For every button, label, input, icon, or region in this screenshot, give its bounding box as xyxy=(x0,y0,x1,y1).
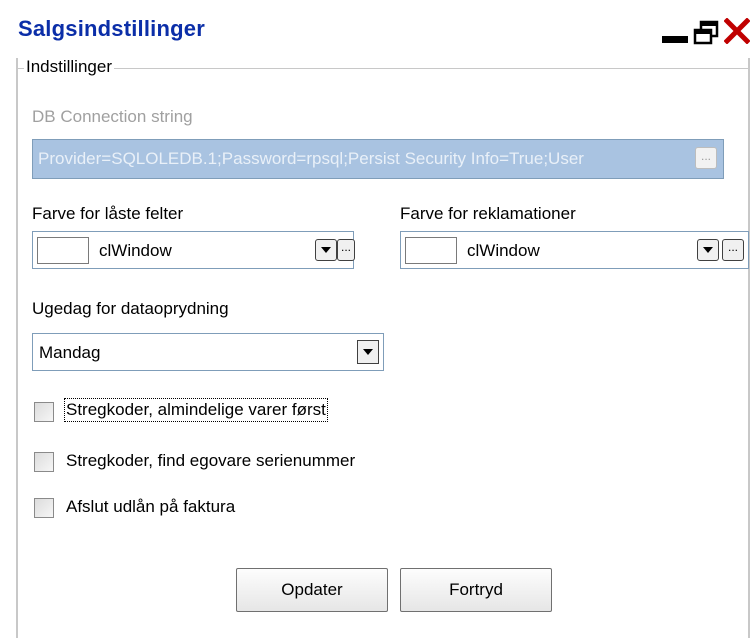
close-icon[interactable] xyxy=(724,18,750,44)
claims-color-combobox[interactable]: clWindow ... xyxy=(400,231,749,269)
update-button[interactable]: Opdater xyxy=(236,568,388,612)
barcode-first-label[interactable]: Stregkoder, almindelige varer først xyxy=(64,398,328,422)
claims-color-value: clWindow xyxy=(467,241,540,260)
group-frame-right xyxy=(748,58,750,638)
group-frame-top xyxy=(18,68,748,69)
locked-color-ellipsis-button[interactable]: ... xyxy=(337,239,355,261)
group-frame-left xyxy=(16,58,18,638)
window-controls xyxy=(662,18,750,46)
locked-color-combobox[interactable]: clWindow ... xyxy=(32,231,355,269)
claims-color-swatch xyxy=(405,237,457,264)
group-legend: Indstillinger xyxy=(24,57,114,77)
end-loan-checkbox[interactable] xyxy=(34,498,54,518)
barcode-serial-checkbox[interactable] xyxy=(34,452,54,472)
locked-color-label: Farve for låste felter xyxy=(32,204,184,223)
barcode-first-checkbox[interactable] xyxy=(34,402,54,422)
db-connection-value: Provider=SQLOLEDB.1;Password=rpsql;Persi… xyxy=(38,149,584,168)
minimize-icon[interactable] xyxy=(662,36,688,43)
end-loan-label[interactable]: Afslut udlån på faktura xyxy=(66,497,235,517)
db-connection-label: DB Connection string xyxy=(32,107,193,126)
locked-color-value: clWindow xyxy=(99,241,172,260)
claims-color-label: Farve for reklamationer xyxy=(400,204,576,223)
cleanup-day-label: Ugedag for dataoprydning xyxy=(32,299,229,318)
restore-icon[interactable] xyxy=(692,20,722,46)
cleanup-day-select[interactable]: Mandag xyxy=(32,333,384,371)
claims-color-dropdown-button[interactable] xyxy=(697,239,719,261)
db-connection-ellipsis-button: ... xyxy=(695,147,717,169)
cleanup-day-value: Mandag xyxy=(39,343,101,362)
barcode-serial-label[interactable]: Stregkoder, find egovare serienummer xyxy=(66,451,355,471)
cancel-button[interactable]: Fortryd xyxy=(400,568,552,612)
locked-color-swatch xyxy=(37,237,89,264)
db-connection-field: Provider=SQLOLEDB.1;Password=rpsql;Persi… xyxy=(32,139,724,179)
cleanup-day-dropdown-button[interactable] xyxy=(357,340,379,364)
window-title: Salgsindstillinger xyxy=(18,16,205,41)
locked-color-dropdown-button[interactable] xyxy=(315,239,337,261)
claims-color-ellipsis-button[interactable]: ... xyxy=(722,239,744,261)
